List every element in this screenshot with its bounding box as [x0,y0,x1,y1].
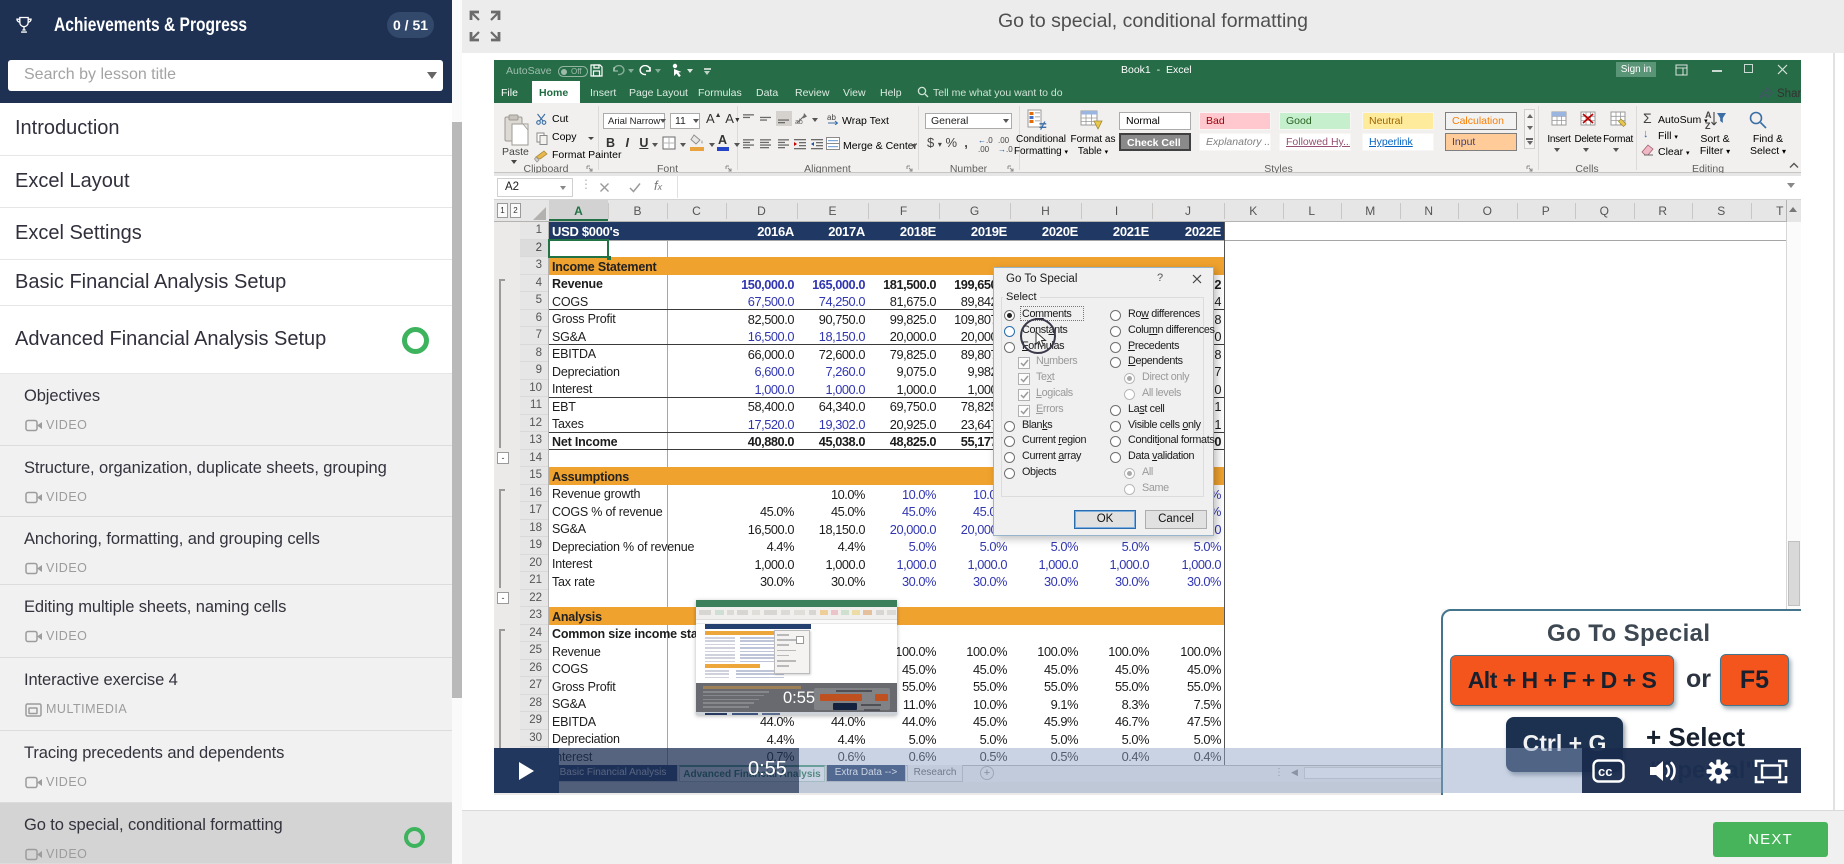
svg-text:ab: ab [795,119,803,125]
svg-text:cc: cc [1598,764,1612,779]
svg-text:ab: ab [827,113,836,122]
svg-text:A: A [1705,110,1712,120]
svg-text:≠: ≠ [1039,118,1047,131]
svg-text:Z: Z [1705,121,1711,131]
